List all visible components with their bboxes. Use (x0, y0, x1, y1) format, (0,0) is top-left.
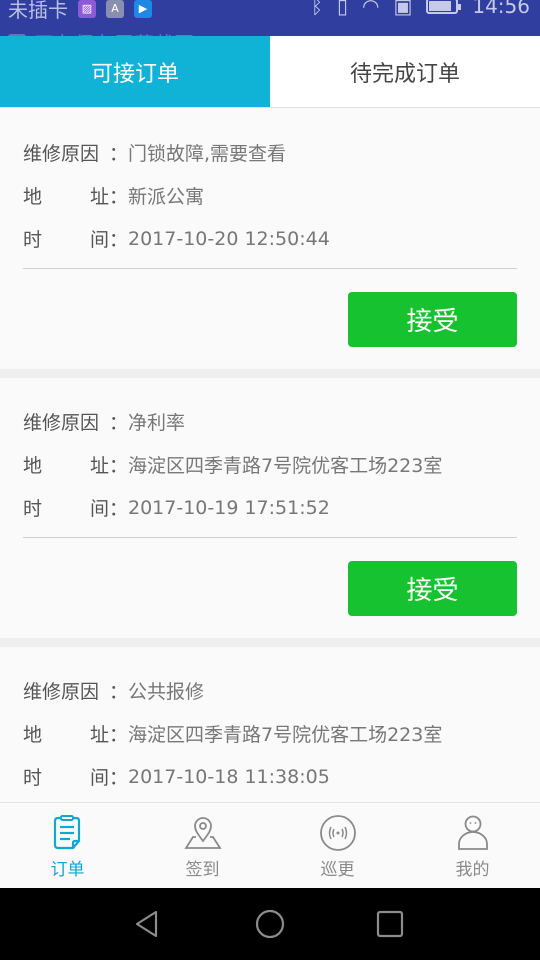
time-label: 时间： (23, 229, 128, 251)
address-label: 地址： (23, 455, 128, 477)
time-label: 时间： (23, 767, 128, 789)
battery-icon (426, 0, 462, 14)
nav-item-profile[interactable]: 我的 (405, 803, 540, 888)
font-icon: A (106, 0, 124, 18)
button-row: 接受 (23, 292, 517, 347)
accept-button[interactable]: 接受 (348, 292, 517, 347)
address-row: 地址： 新派公寓 (23, 174, 517, 217)
order-list[interactable]: 维修原因： 门锁故障,需要查看 地址： 新派公寓 时间： 2017-10-20 … (0, 109, 540, 802)
address-label: 地址： (23, 186, 128, 208)
time-value: 2017-10-18 11:38:05 (128, 765, 330, 788)
notification-text: 正在保存屏幕截图 (34, 28, 194, 36)
reason-label: 维修原因： (23, 681, 128, 703)
back-icon[interactable] (132, 906, 168, 942)
time-row: 时间： 2017-10-18 11:38:05 (23, 755, 517, 798)
reason-label: 维修原因： (23, 412, 128, 434)
reason-value: 净利率 (128, 412, 186, 434)
bottom-nav: 订单 签到 巡更 我的 (0, 802, 540, 888)
screen: 未插卡 ▨ A ▶ ᛒ ▯ ◠ ▣ 14:56 正在保存屏幕截图 可接订单 待完… (0, 0, 540, 960)
vibrate-icon: ▯ (336, 0, 348, 18)
address-row: 地址： 海淀区四季青路7号院优客工场223室 (23, 712, 517, 755)
gallery-icon: ▨ (78, 0, 96, 18)
nav-item-checkin[interactable]: 签到 (135, 803, 270, 888)
status-left: 未插卡 ▨ A ▶ (8, 0, 152, 23)
reason-row: 维修原因： 门锁故障,需要查看 (23, 131, 517, 174)
nav-item-orders[interactable]: 订单 (0, 803, 135, 888)
tab-pending-orders[interactable]: 待完成订单 (270, 36, 540, 107)
home-icon[interactable] (252, 906, 288, 942)
tab-available-orders[interactable]: 可接订单 (0, 36, 270, 107)
time-row: 时间： 2017-10-19 17:51:52 (23, 486, 517, 529)
time-row: 时间： 2017-10-20 12:50:44 (23, 217, 517, 260)
nav-label: 我的 (455, 860, 490, 880)
reason-row: 维修原因： 净利率 (23, 400, 517, 443)
battery-fill (429, 1, 452, 11)
order-card: 维修原因： 公共报修 地址： 海淀区四季青路7号院优客工场223室 时间： 20… (0, 647, 540, 802)
order-icon (53, 815, 80, 850)
divider (23, 268, 517, 269)
play-store-icon: ▶ (134, 0, 152, 18)
clock: 14:56 (472, 0, 530, 18)
carrier-text: 未插卡 (8, 0, 68, 22)
order-card: 维修原因： 门锁故障,需要查看 地址： 新派公寓 时间： 2017-10-20 … (0, 109, 540, 369)
reason-value: 门锁故障,需要查看 (128, 143, 287, 165)
reason-label: 维修原因： (23, 143, 128, 165)
notification-ticker: 正在保存屏幕截图 (8, 28, 194, 36)
address-row: 地址： 海淀区四季青路7号院优客工场223室 (23, 443, 517, 486)
recents-icon[interactable] (372, 906, 408, 942)
reason-row: 维修原因： 公共报修 (23, 669, 517, 712)
nav-label: 签到 (185, 860, 220, 880)
divider (23, 537, 517, 538)
status-bar: 未插卡 ▨ A ▶ ᛒ ▯ ◠ ▣ 14:56 正在保存屏幕截图 (0, 0, 540, 36)
system-nav-bar (0, 888, 540, 960)
bluetooth-icon: ᛒ (310, 0, 323, 18)
address-value: 新派公寓 (128, 186, 205, 208)
order-tabs: 可接订单 待完成订单 (0, 36, 540, 108)
time-label: 时间： (23, 498, 128, 520)
time-value: 2017-10-20 12:50:44 (128, 227, 330, 250)
status-right: ᛒ ▯ ◠ ▣ 14:56 (311, 0, 530, 18)
sim-icon: ▣ (393, 0, 413, 18)
address-label: 地址： (23, 724, 128, 746)
nav-label: 订单 (50, 860, 85, 880)
accept-button[interactable]: 接受 (348, 561, 517, 616)
profile-icon (457, 815, 488, 850)
reason-value: 公共报修 (128, 681, 205, 703)
address-value: 海淀区四季青路7号院优客工场223室 (128, 724, 443, 746)
address-value: 海淀区四季青路7号院优客工场223室 (128, 455, 443, 477)
patrol-icon (319, 815, 356, 851)
nav-item-patrol[interactable]: 巡更 (270, 803, 405, 888)
order-card: 维修原因： 净利率 地址： 海淀区四季青路7号院优客工场223室 时间： 201… (0, 378, 540, 638)
button-row: 接受 (23, 561, 517, 616)
time-value: 2017-10-19 17:51:52 (128, 496, 330, 519)
wifi-icon: ◠ (362, 0, 380, 18)
location-icon (183, 817, 222, 849)
nav-label: 巡更 (320, 860, 355, 880)
